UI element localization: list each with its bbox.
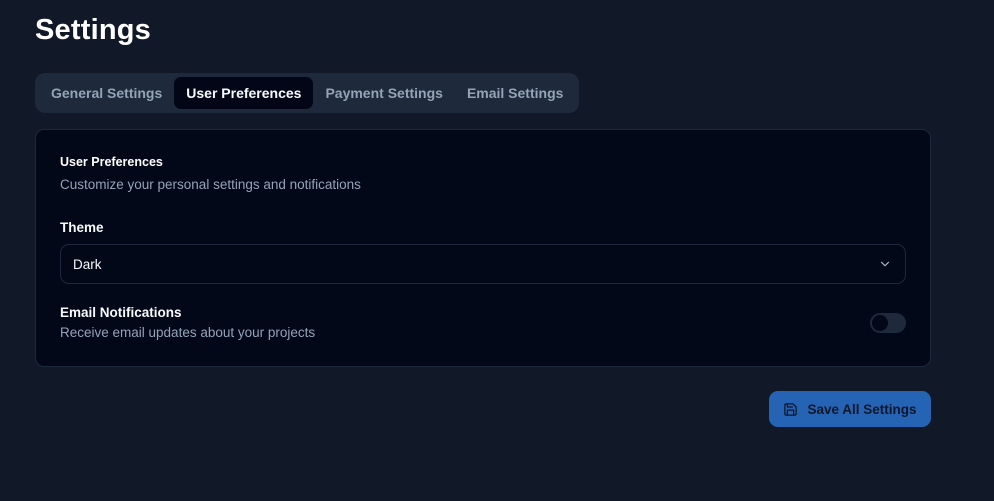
user-preferences-card: User Preferences Customize your personal… [35, 129, 931, 367]
theme-select[interactable]: Dark [60, 244, 906, 284]
theme-select-value: Dark [73, 256, 102, 272]
email-notifications-label: Email Notifications [60, 305, 182, 320]
tab-email-settings[interactable]: Email Settings [455, 77, 575, 109]
page-title: Settings [35, 14, 151, 46]
chevron-down-icon [877, 256, 893, 272]
email-notifications-row: Email Notifications Receive email update… [60, 305, 906, 341]
card-title: User Preferences [60, 155, 163, 169]
tab-general-settings[interactable]: General Settings [39, 77, 174, 109]
save-all-settings-button[interactable]: Save All Settings [769, 391, 931, 427]
save-button-label: Save All Settings [807, 401, 917, 417]
email-notifications-description: Receive email updates about your project… [60, 325, 316, 340]
save-icon [783, 402, 798, 417]
tab-payment-settings[interactable]: Payment Settings [313, 77, 454, 109]
card-description: Customize your personal settings and not… [60, 177, 361, 192]
email-notifications-toggle[interactable] [870, 313, 906, 333]
settings-page: Settings General Settings User Preferenc… [0, 0, 994, 501]
toggle-thumb [872, 315, 888, 331]
theme-label: Theme [60, 220, 104, 235]
tab-user-preferences[interactable]: User Preferences [174, 77, 314, 109]
email-notifications-text: Email Notifications Receive email update… [60, 305, 315, 341]
settings-tabs: General Settings User Preferences Paymen… [35, 73, 580, 113]
